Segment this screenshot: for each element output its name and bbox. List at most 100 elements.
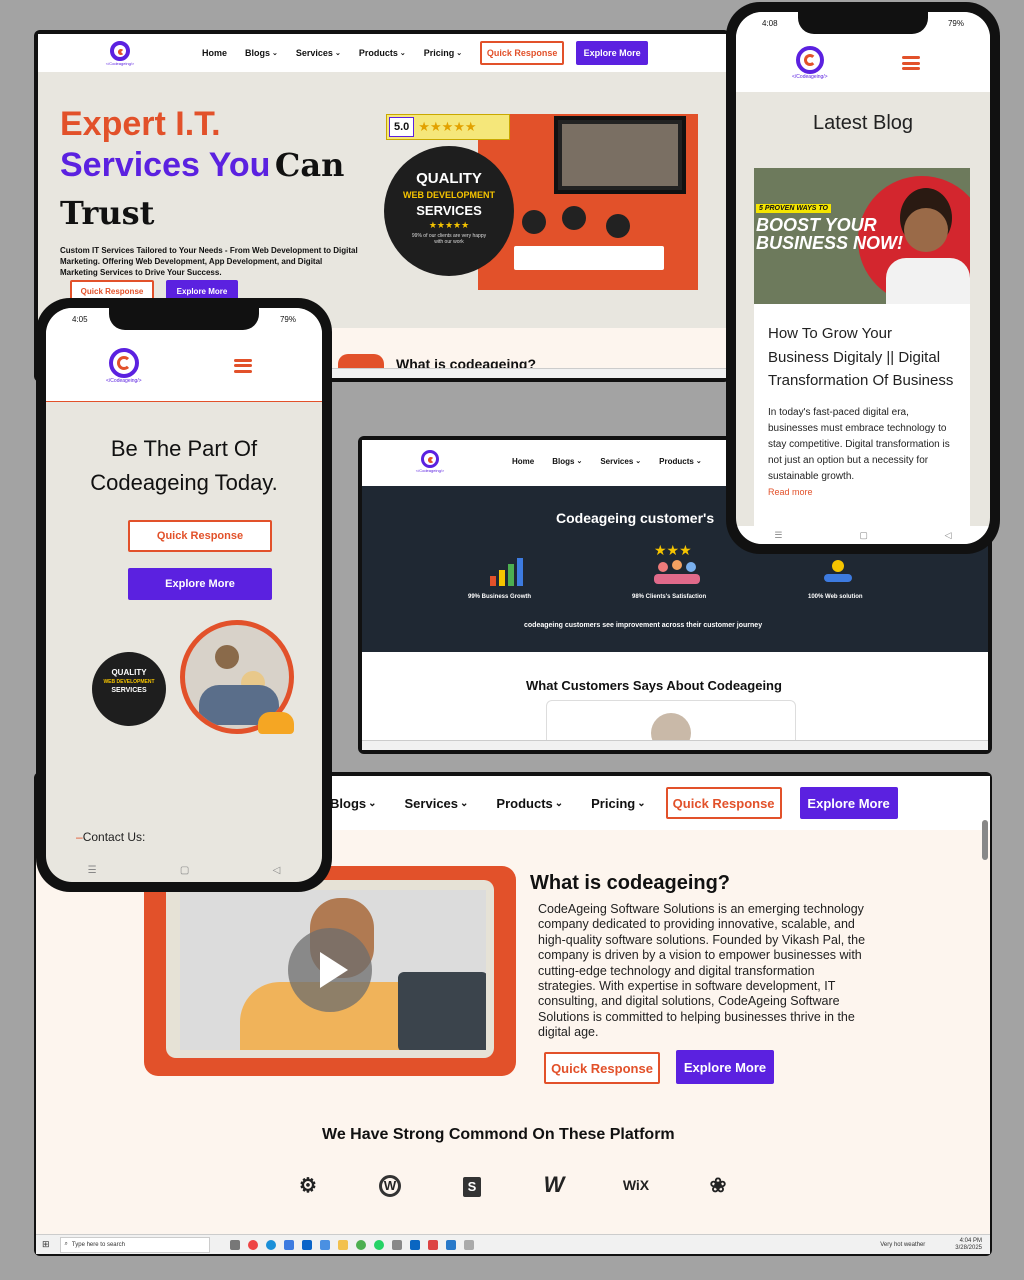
scrollbar[interactable]: [982, 820, 988, 860]
nav-home[interactable]: Home: [512, 457, 534, 466]
clock-date: 3/28/2025: [955, 1244, 982, 1251]
people-illustration: [514, 206, 664, 276]
windows-start-icon[interactable]: ⊞: [42, 1239, 50, 1250]
nav-blogs-label: Blogs: [552, 456, 575, 466]
app-icon[interactable]: [463, 1239, 474, 1250]
recents-icon[interactable]: ☰: [88, 865, 97, 876]
chrome-icon[interactable]: [355, 1239, 366, 1250]
linkedin-icon[interactable]: [409, 1239, 420, 1250]
video-frame[interactable]: [144, 866, 516, 1076]
explore-more-button[interactable]: Explore More: [799, 787, 898, 819]
quick-response-button[interactable]: Quick Response: [480, 41, 565, 65]
growth-chart-icon: [488, 548, 528, 586]
phone-notch: [798, 12, 928, 34]
blog-image-tag: 5 PROVEN WAYS TO: [756, 204, 831, 213]
rating-value: 5.0: [389, 117, 415, 137]
vscode-icon[interactable]: [445, 1239, 456, 1250]
clock[interactable]: 4:04 PM 3/28/2025: [955, 1238, 982, 1252]
chevron-down-icon: ⌄: [334, 50, 341, 57]
wix-icon: WiX: [622, 1177, 650, 1193]
phone-right: 4:08 79% </Codeageing/> Latest Blog 5 PR…: [726, 2, 1000, 554]
weather-text[interactable]: Very hot weather: [880, 1242, 925, 1248]
quick-response-label: Quick Response: [486, 48, 558, 58]
status-time: 4:08: [762, 18, 778, 28]
chevron-down-icon: ⌄: [456, 50, 463, 57]
quick-response-button[interactable]: Quick Response: [665, 787, 782, 819]
phone-quick-response-button[interactable]: Quick Response: [128, 520, 272, 552]
store-icon[interactable]: [283, 1239, 294, 1250]
logo[interactable]: </Codeageing/>: [792, 46, 828, 80]
explore-more-button[interactable]: Explore More: [576, 41, 649, 65]
home-icon[interactable]: ▢: [859, 530, 868, 541]
nav-pricing[interactable]: Pricing ⌄: [591, 796, 645, 811]
about-quick-response-button[interactable]: Quick Response: [544, 1052, 660, 1084]
phone-left: 4:05 79% </Codeageing/> Be The Part Of C…: [36, 298, 332, 892]
blog-heading: Latest Blog: [812, 112, 914, 134]
nav-services-label: Services: [404, 795, 459, 811]
logo-text: </Codeageing/>: [415, 467, 445, 473]
taskview-icon[interactable]: [229, 1239, 240, 1250]
chevron-down-icon: ⌄: [635, 458, 642, 465]
hero-subtitle: Custom IT Services Tailored to Your Need…: [60, 246, 358, 277]
nav-products[interactable]: Products ⌄: [659, 457, 702, 466]
testimonials-heading: What Customers Says About Codeageing: [526, 678, 782, 693]
nav-home-label: Home: [512, 456, 535, 466]
wordpress-icon: W: [370, 1173, 410, 1197]
about-explore-more-label: Explore More: [683, 1059, 767, 1075]
nav-pricing-label: Pricing: [423, 48, 455, 58]
play-icon: [320, 952, 348, 988]
phone-explore-more-button[interactable]: Explore More: [128, 568, 272, 600]
nav-services[interactable]: Services ⌄: [600, 457, 641, 466]
folder-icon[interactable]: [337, 1239, 348, 1250]
logo[interactable]: </Codeageing/>: [410, 449, 450, 473]
read-more-link[interactable]: Read more: [754, 485, 970, 497]
stat-web-solution: 100% Web solution: [808, 594, 863, 600]
hamburger-menu-icon[interactable]: [902, 56, 920, 70]
logo[interactable]: </Codeageing/>: [100, 40, 140, 66]
mail-icon[interactable]: [319, 1239, 330, 1250]
chevron-down-icon: ⌄: [368, 797, 377, 809]
nav-home[interactable]: Home: [202, 48, 227, 58]
phone-heading: Be The Part Of Codeageing Today.: [90, 436, 278, 495]
whatsapp-icon[interactable]: [373, 1239, 384, 1250]
outlook-icon[interactable]: [301, 1239, 312, 1250]
back-icon[interactable]: ◁: [945, 530, 952, 541]
chrome-icon[interactable]: [247, 1239, 258, 1250]
hero-quick-response-label: Quick Response: [80, 286, 144, 296]
recents-icon[interactable]: ☰: [774, 530, 782, 541]
nav-pricing-label: Pricing: [591, 795, 636, 811]
photos-icon[interactable]: [427, 1239, 438, 1250]
nav-blogs[interactable]: Blogs ⌄: [552, 457, 582, 466]
banner-title: Codeageing customer's: [556, 510, 715, 526]
hamburger-menu-icon[interactable]: [234, 358, 252, 373]
windows-taskbar: [362, 740, 988, 750]
taskbar-search-label: Type here to search: [71, 1241, 125, 1248]
about-explore-more-button[interactable]: Explore More: [676, 1050, 774, 1084]
hero-title-line2a: Services You: [60, 146, 271, 184]
nav-blogs[interactable]: Blogs ⌄: [330, 796, 377, 811]
logo[interactable]: </Codeageing/>: [106, 347, 142, 384]
nav-products[interactable]: Products ⌄: [496, 796, 563, 811]
stat-business-growth: 99% Business Growth: [468, 594, 532, 600]
app-icon[interactable]: [391, 1239, 402, 1250]
monitor-illustration: [554, 116, 686, 194]
platform-logos: ⚙ W S W WiX ❀: [288, 1172, 738, 1198]
blog-card[interactable]: 5 PROVEN WAYS TO BOOST YOUR BUSINESS NOW…: [754, 168, 970, 528]
blog-post-title: How To Grow Your Business Digitaly || Di…: [768, 325, 954, 389]
back-icon[interactable]: ◁: [273, 865, 281, 876]
phone-badge-quality: QUALITY: [111, 668, 147, 677]
nav-products[interactable]: Products ⌄: [359, 48, 406, 58]
taskbar-search[interactable]: ⌕ Type here to search: [59, 1236, 210, 1253]
stat-client-satisfaction: 98% Clients's Satisfaction: [632, 594, 707, 600]
chevron-down-icon: ⌄: [554, 797, 564, 809]
nav-blogs[interactable]: Blogs ⌄: [245, 48, 278, 58]
chevron-down-icon: ⌄: [695, 458, 702, 465]
figma-icon: ❀: [709, 1174, 727, 1197]
logo-text: </Codeageing/>: [792, 74, 828, 80]
nav-pricing[interactable]: Pricing ⌄: [424, 48, 462, 58]
edge-icon[interactable]: [265, 1239, 276, 1250]
nav-services[interactable]: Services ⌄: [296, 48, 341, 58]
nav-services[interactable]: Services ⌄: [405, 796, 469, 811]
home-icon[interactable]: ▢: [180, 865, 189, 876]
play-button[interactable]: [288, 928, 372, 1012]
